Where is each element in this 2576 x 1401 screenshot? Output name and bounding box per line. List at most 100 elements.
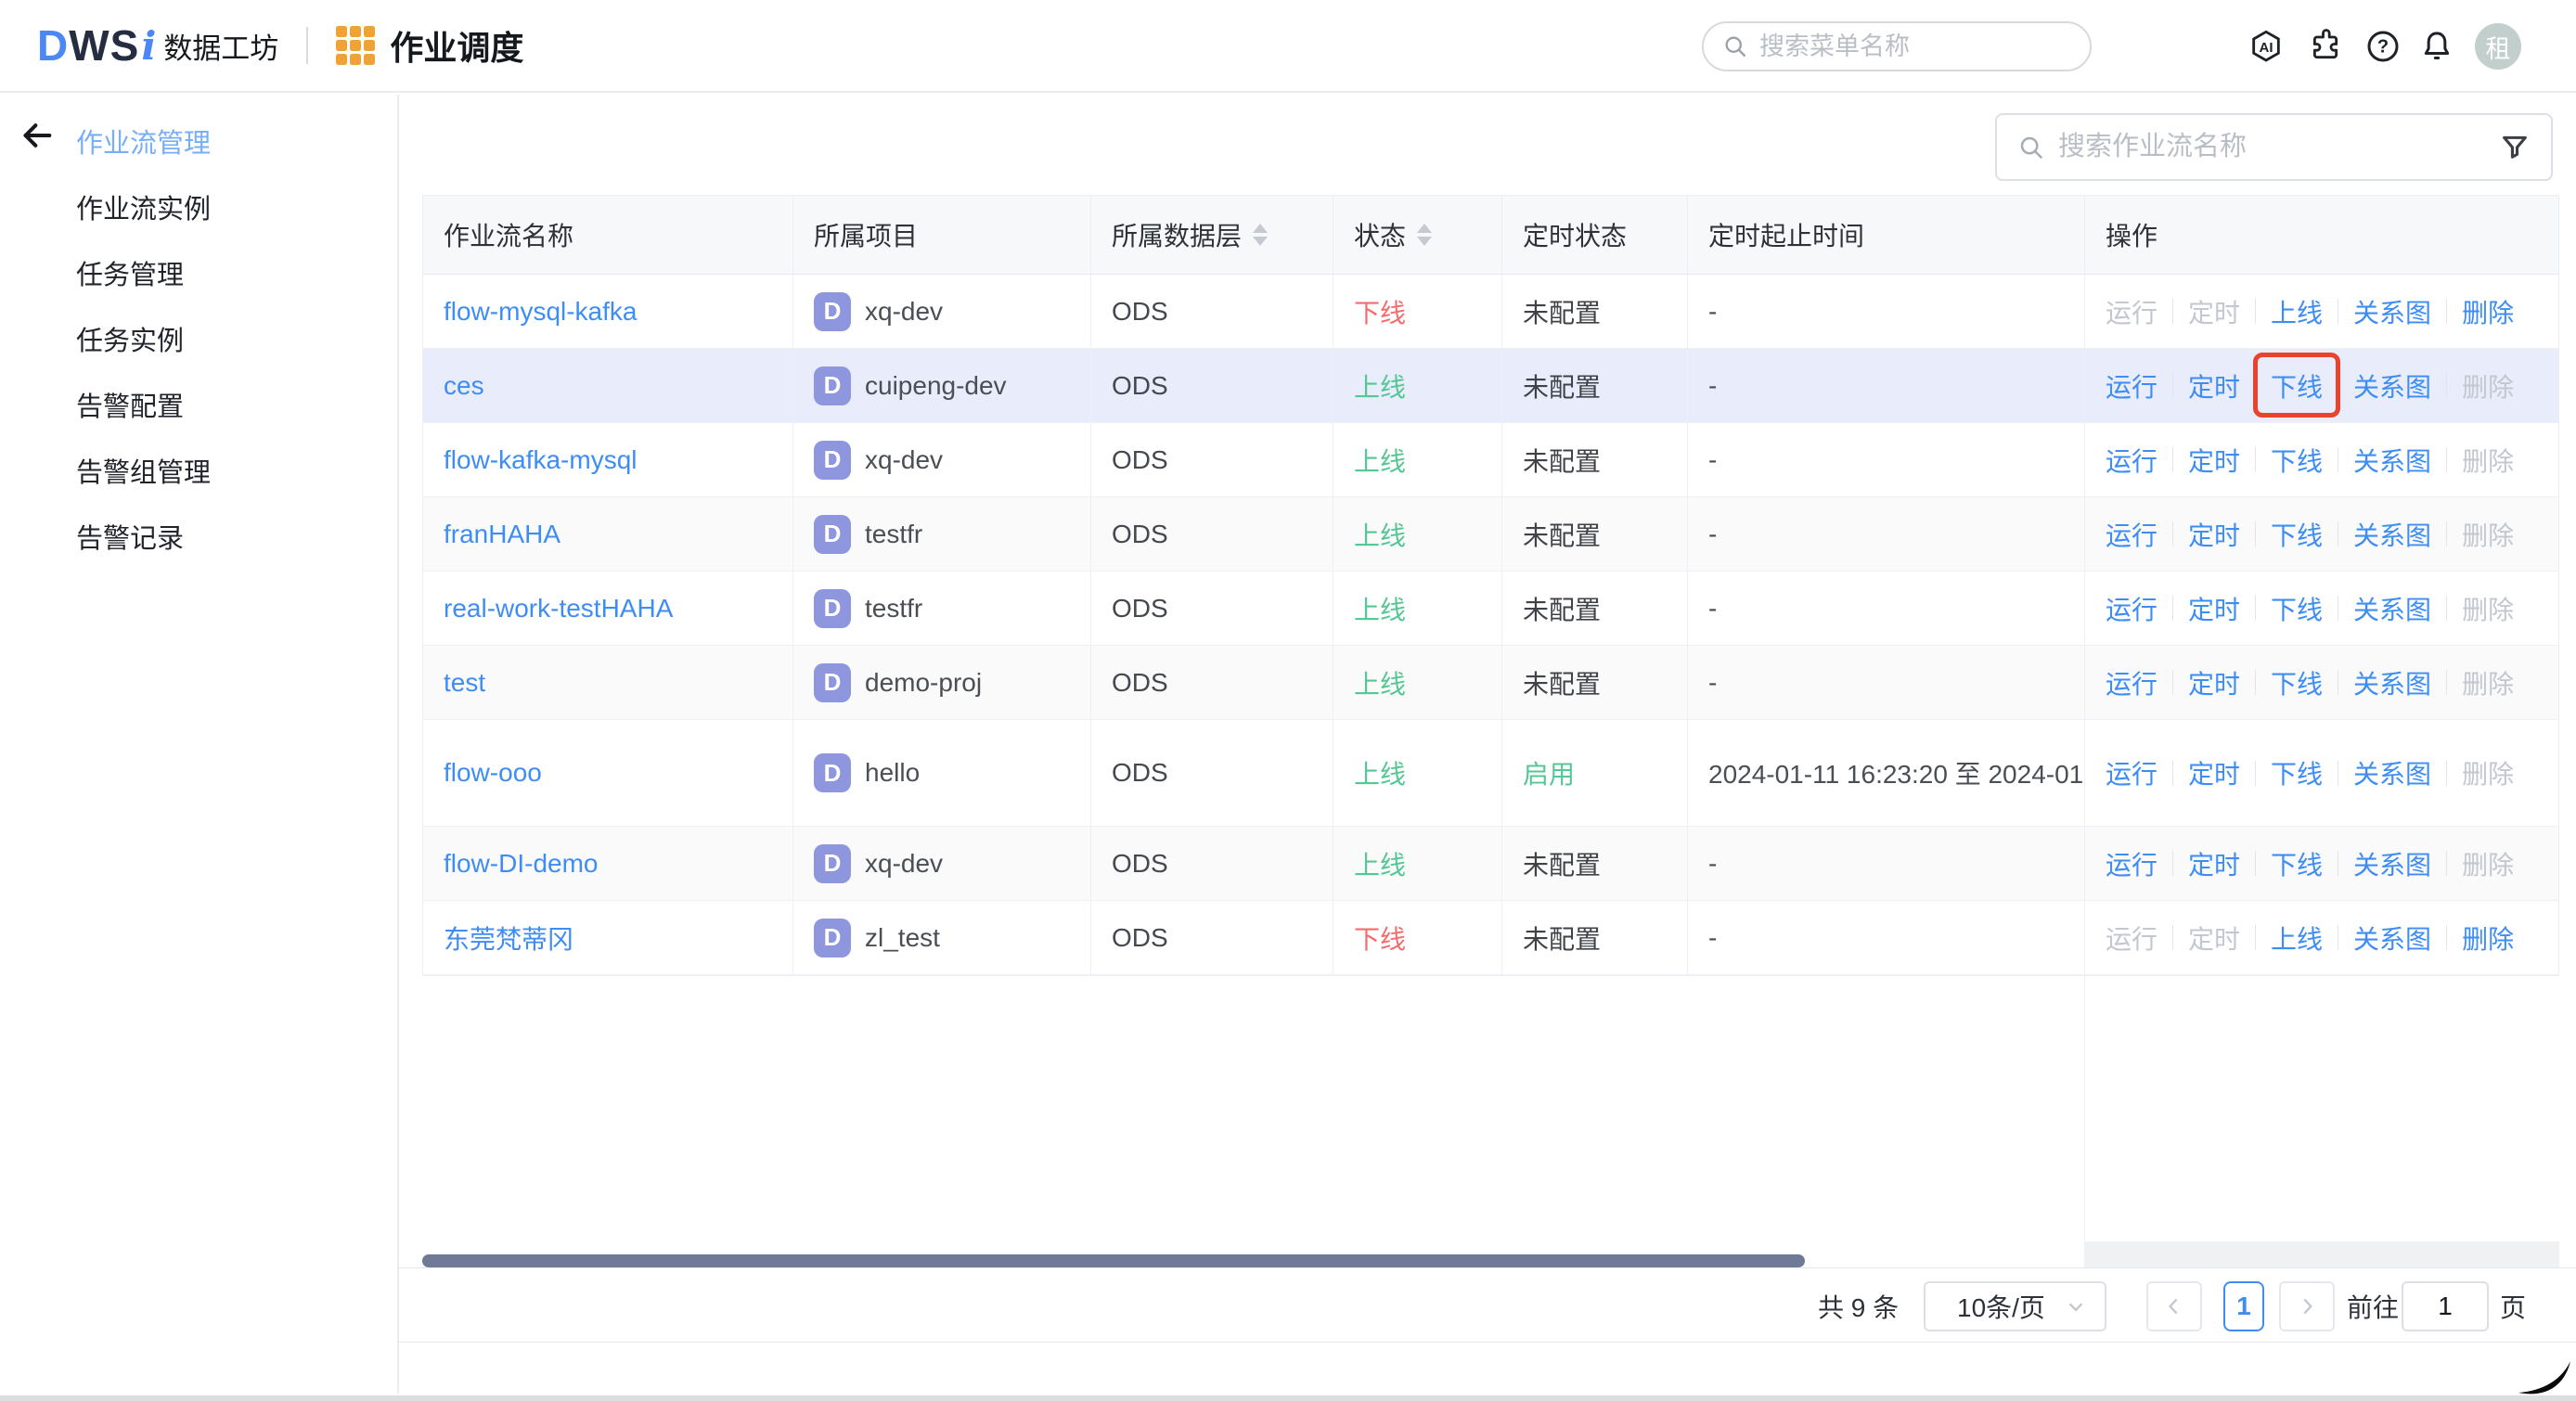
chevron-right-icon — [2303, 1298, 2312, 1315]
action-1-link[interactable]: 定时 — [2188, 590, 2240, 627]
action-3-link[interactable]: 关系图 — [2353, 919, 2431, 957]
action-2-link[interactable]: 下线 — [2271, 442, 2323, 479]
action-0-link[interactable]: 运行 — [2106, 367, 2157, 405]
timer-status-cell: 未配置 — [1502, 827, 1688, 900]
action-0-link[interactable]: 运行 — [2106, 590, 2157, 627]
next-page-button[interactable] — [2279, 1281, 2335, 1331]
workflow-name-link[interactable]: flow-DI-demo — [444, 849, 598, 879]
action-separator — [2172, 925, 2174, 950]
sidebar-item-3[interactable]: 任务实例 — [0, 309, 397, 375]
action-2-link[interactable]: 下线 — [2271, 664, 2323, 701]
page-title: 作业调度 — [390, 29, 524, 67]
app-grid-icon[interactable] — [336, 26, 376, 65]
column-header-2[interactable]: 所属数据层 — [1091, 196, 1333, 274]
action-0-link[interactable]: 运行 — [2106, 754, 2157, 791]
workflow-name-link[interactable]: ces — [444, 371, 484, 401]
sort-desc-icon[interactable] — [1417, 237, 1433, 246]
workflow-name-link[interactable]: flow-kafka-mysql — [444, 445, 637, 475]
workflow-name-link[interactable]: flow-mysql-kafka — [444, 297, 637, 327]
action-1-link[interactable]: 定时 — [2188, 442, 2240, 479]
action-2-link[interactable]: 上线 — [2271, 293, 2323, 330]
action-2-link[interactable]: 下线 — [2271, 516, 2323, 553]
user-avatar[interactable]: 租 — [2475, 23, 2521, 70]
action-0-link[interactable]: 运行 — [2106, 845, 2157, 882]
ai-assistant-icon[interactable]: AI — [2248, 28, 2285, 65]
project-name: testfr — [865, 519, 923, 548]
workflow-name-link[interactable]: franHAHA — [444, 520, 560, 549]
action-3-link[interactable]: 关系图 — [2353, 367, 2431, 405]
workflow-search-input[interactable] — [2058, 132, 2499, 162]
action-1-link[interactable]: 定时 — [2188, 367, 2240, 405]
timer-status-text: 启用 — [1523, 760, 1576, 789]
annotated-action[interactable]: 下线 — [2253, 352, 2341, 418]
data-layer-cell: ODS — [1091, 497, 1333, 571]
action-0-link[interactable]: 运行 — [2106, 664, 2157, 701]
prev-page-button[interactable] — [2146, 1281, 2202, 1331]
chevron-down-icon — [2068, 1303, 2083, 1312]
workflow-name-link[interactable]: test — [444, 668, 485, 698]
action-4-link[interactable]: 删除 — [2462, 919, 2514, 957]
action-3-link[interactable]: 关系图 — [2353, 293, 2431, 330]
action-3-link[interactable]: 关系图 — [2353, 590, 2431, 627]
sidebar-item-0[interactable]: 作业流管理 — [0, 111, 397, 177]
current-page-button[interactable]: 1 — [2223, 1281, 2264, 1331]
sort-desc-icon[interactable] — [1253, 237, 1269, 246]
time-range-cell: - — [1688, 497, 2085, 571]
timer-status-text: 未配置 — [1523, 669, 1602, 699]
plugin-icon[interactable] — [2307, 28, 2344, 65]
data-layer-cell: ODS — [1091, 349, 1333, 422]
timer-status-cell: 未配置 — [1502, 901, 1688, 974]
page-size-select[interactable]: 10条/页 — [1924, 1281, 2106, 1331]
action-3-link[interactable]: 关系图 — [2353, 845, 2431, 882]
action-1-link[interactable]: 定时 — [2188, 845, 2240, 882]
horizontal-scrollbar[interactable] — [422, 1254, 1805, 1267]
timer-status-text: 未配置 — [1523, 521, 1602, 550]
action-separator — [2255, 925, 2257, 950]
action-2-link[interactable]: 下线 — [2271, 590, 2323, 627]
menu-search-input[interactable] — [1759, 32, 2066, 61]
action-3-link[interactable]: 关系图 — [2353, 516, 2431, 553]
action-0-link[interactable]: 运行 — [2106, 442, 2157, 479]
workflow-name-link[interactable]: real-work-testHAHA — [444, 594, 673, 623]
action-3-link[interactable]: 关系图 — [2353, 442, 2431, 479]
action-2-link[interactable]: 下线 — [2271, 754, 2323, 791]
action-2-link[interactable]: 下线 — [2271, 845, 2323, 882]
sidebar-item-6[interactable]: 告警记录 — [0, 507, 397, 572]
status-cell: 上线 — [1333, 646, 1502, 719]
menu-search-box[interactable] — [1702, 21, 2092, 71]
action-1-link[interactable]: 定时 — [2188, 664, 2240, 701]
action-4-link[interactable]: 删除 — [2462, 293, 2514, 330]
action-3-link[interactable]: 关系图 — [2353, 754, 2431, 791]
fixed-column-border — [2084, 974, 2085, 1245]
notification-bell-icon[interactable] — [2418, 28, 2455, 65]
column-label: 所属项目 — [814, 222, 919, 251]
sidebar-item-1[interactable]: 作业流实例 — [0, 177, 397, 243]
action-3-link[interactable]: 关系图 — [2353, 664, 2431, 701]
page-unit-label: 页 — [2500, 1292, 2527, 1322]
sort-carets-icon[interactable] — [1417, 224, 1433, 246]
sort-asc-icon[interactable] — [1253, 224, 1269, 233]
top-bar: DWSi 数据工坊 作业调度 AI ? 租 — [0, 0, 2576, 93]
action-2-link[interactable]: 上线 — [2271, 919, 2323, 957]
workflow-name-link[interactable]: 东莞梵蒂冈 — [444, 919, 573, 957]
workflow-search-box[interactable] — [1995, 113, 2553, 181]
actions-cell: 运行 定时 上线 关系图 删除 — [2085, 275, 2558, 348]
search-icon — [2020, 136, 2043, 159]
data-layer-cell: ODS — [1091, 827, 1333, 900]
filter-icon[interactable] — [2499, 132, 2531, 163]
sidebar-item-2[interactable]: 任务管理 — [0, 243, 397, 309]
sidebar-item-5[interactable]: 告警组管理 — [0, 441, 397, 507]
sort-carets-icon[interactable] — [1253, 224, 1269, 246]
project-name: xq-dev — [865, 296, 944, 326]
help-icon[interactable]: ? — [2364, 28, 2402, 65]
action-2-link[interactable]: 下线 — [2271, 367, 2323, 405]
action-1-link[interactable]: 定时 — [2188, 516, 2240, 553]
action-1-link[interactable]: 定时 — [2188, 754, 2240, 791]
sort-asc-icon[interactable] — [1417, 224, 1433, 233]
column-header-3[interactable]: 状态 — [1333, 196, 1502, 274]
actions-cell: 运行 定时 下线 关系图 删除 — [2085, 497, 2558, 571]
sidebar-item-4[interactable]: 告警配置 — [0, 375, 397, 441]
workflow-name-link[interactable]: flow-ooo — [444, 758, 542, 788]
action-0-link[interactable]: 运行 — [2106, 516, 2157, 553]
goto-page-input[interactable] — [2402, 1281, 2489, 1331]
